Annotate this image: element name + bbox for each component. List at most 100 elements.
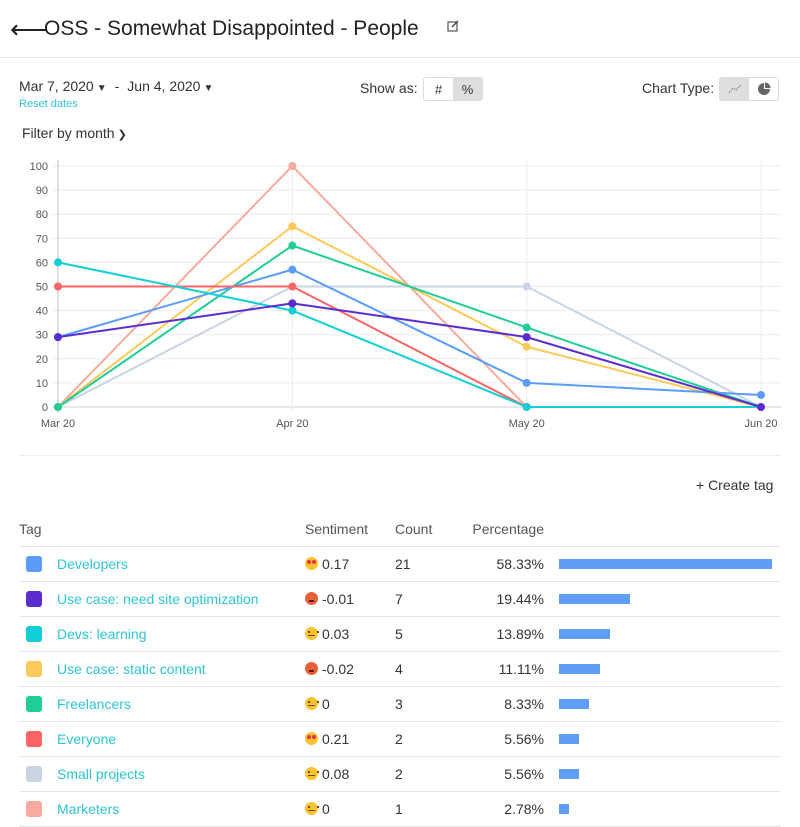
pie-chart-icon [757, 82, 770, 95]
table-row[interactable]: Everyone 0.21 2 5.56% [19, 721, 781, 757]
percentage-cell: 19.44% [455, 581, 544, 617]
header-tag[interactable]: Tag [19, 512, 305, 547]
header-sentiment[interactable]: Sentiment [305, 512, 395, 547]
page-title: OSS - Somewhat Disappointed - People [44, 17, 419, 40]
data-point-developers [522, 378, 531, 387]
sentiment-angry-icon [305, 661, 318, 675]
tag-color-swatch [26, 766, 42, 783]
sentiment-value: 0.03 [322, 625, 350, 642]
series-line-use-case-static-content [57, 225, 762, 408]
table-row[interactable]: Developers 0.17 21 58.33% [19, 546, 781, 582]
show-as-percent-button[interactable]: % [453, 78, 482, 100]
sentiment-neutral-icon [305, 626, 319, 640]
tag-link[interactable]: Use case: static content [57, 661, 206, 677]
series-line-use-case-need-site-optimization [57, 302, 762, 408]
show-as-count-button[interactable]: # [424, 78, 453, 100]
percentage-bar-cell [544, 651, 781, 687]
line-chart-button[interactable] [720, 78, 749, 100]
tag-color-swatch [26, 556, 42, 573]
pie-chart-button[interactable] [749, 78, 778, 100]
caret-down-icon: ▼ [96, 83, 107, 94]
data-point-freelancers [54, 403, 62, 411]
sentiment-angry-icon [305, 591, 318, 605]
sentiment-value: -0.02 [322, 660, 354, 677]
tag-cell: Developers [19, 546, 305, 582]
table-row[interactable]: Marketers 0 1 2.78% [19, 791, 781, 827]
sentiment-value: 0 [322, 800, 330, 817]
sentiment-value: 0.17 [322, 555, 350, 572]
tag-cell: Use case: static content [19, 651, 305, 687]
chevron-down-icon: ❯ [117, 129, 127, 141]
count-cell: 1 [395, 791, 455, 827]
arrow-left-icon[interactable]: ⟵ [10, 14, 47, 44]
start-date-dropdown[interactable]: Mar 7, 2020 ▼ [19, 78, 107, 94]
tag-color-swatch [26, 661, 42, 678]
tag-color-swatch [26, 626, 42, 643]
create-tag-button[interactable]: + Create tag [696, 477, 773, 493]
data-point-developers [757, 390, 765, 399]
table-row[interactable]: Small projects 0.08 2 5.56% [19, 756, 781, 792]
percentage-bar-cell [544, 616, 781, 652]
data-point-use-case-static-content [522, 342, 531, 351]
count-cell: 7 [395, 581, 455, 617]
edit-icon[interactable] [447, 20, 459, 32]
x-tick-label: Mar 20 [41, 418, 75, 430]
data-point-use-case-static-content [288, 222, 297, 231]
data-point-devs-learning [54, 258, 62, 267]
percentage-bar [559, 733, 579, 744]
tags-table: Tag Sentiment Count Percentage Developer… [19, 512, 781, 827]
show-as-toggle: # % [423, 77, 483, 101]
tag-color-swatch [26, 591, 42, 608]
header-percentage[interactable]: Percentage [455, 512, 544, 547]
y-tick-label: 70 [36, 233, 48, 245]
percentage-bar-cell [544, 721, 781, 757]
percentage-bar-cell [544, 756, 781, 792]
percentage-bar [559, 628, 610, 639]
y-tick-label: 10 [36, 378, 48, 390]
sentiment-cell: -0.02 [305, 651, 395, 687]
table-row[interactable]: Use case: static content -0.02 4 11.11% [19, 651, 781, 687]
data-point-devs-learning [522, 403, 531, 411]
count-cell: 4 [395, 651, 455, 687]
tag-link[interactable]: Marketers [57, 801, 119, 817]
tag-link[interactable]: Everyone [57, 731, 116, 747]
tag-link[interactable]: Devs: learning [57, 626, 147, 642]
tag-link[interactable]: Freelancers [57, 696, 131, 712]
tag-cell: Devs: learning [19, 616, 305, 652]
sentiment-value: -0.01 [322, 590, 354, 607]
sentiment-love-icon [305, 556, 318, 570]
tag-link[interactable]: Developers [57, 556, 128, 572]
count-cell: 21 [395, 546, 455, 582]
end-date-dropdown[interactable]: Jun 4, 2020 ▼ [127, 78, 213, 94]
count-cell: 2 [395, 721, 455, 757]
data-point-use-case-need-site-optimization [757, 403, 765, 411]
reset-dates-link[interactable]: Reset dates [19, 98, 78, 110]
sentiment-cell: 0.17 [305, 546, 395, 582]
percentage-bar-cell [544, 546, 781, 582]
header-count[interactable]: Count [395, 512, 455, 547]
table-row[interactable]: Use case: need site optimization -0.01 7 19… [19, 581, 781, 617]
percentage-cell: 2.78% [455, 791, 544, 827]
percentage-cell: 58.33% [455, 546, 544, 582]
percentage-bar [559, 768, 579, 779]
percentage-cell: 13.89% [455, 616, 544, 652]
table-header-row: Tag Sentiment Count Percentage [19, 512, 781, 547]
filter-label: Filter by month [22, 125, 115, 141]
tag-color-swatch [26, 731, 42, 748]
table-row[interactable]: Freelancers 0 3 8.33% [19, 686, 781, 722]
y-tick-label: 30 [36, 330, 48, 342]
tag-cell: Everyone [19, 721, 305, 757]
date-range: Mar 7, 2020 ▼ - Jun 4, 2020 ▼ [19, 78, 213, 94]
sentiment-neutral-icon [305, 766, 319, 780]
sentiment-value: 0 [322, 695, 330, 712]
tag-cell: Freelancers [19, 686, 305, 722]
table-row[interactable]: Devs: learning 0.03 5 13.89% [19, 616, 781, 652]
chart-type-label: Chart Type: [642, 80, 715, 96]
data-point-use-case-need-site-optimization [54, 333, 62, 342]
filter-by-month-dropdown[interactable]: Filter by month ❯ [22, 125, 127, 141]
sentiment-cell: 0.21 [305, 721, 395, 757]
y-tick-label: 50 [36, 282, 48, 294]
tag-link[interactable]: Use case: need site optimization [57, 591, 259, 607]
tag-color-swatch [26, 801, 42, 818]
tag-link[interactable]: Small projects [57, 766, 145, 782]
